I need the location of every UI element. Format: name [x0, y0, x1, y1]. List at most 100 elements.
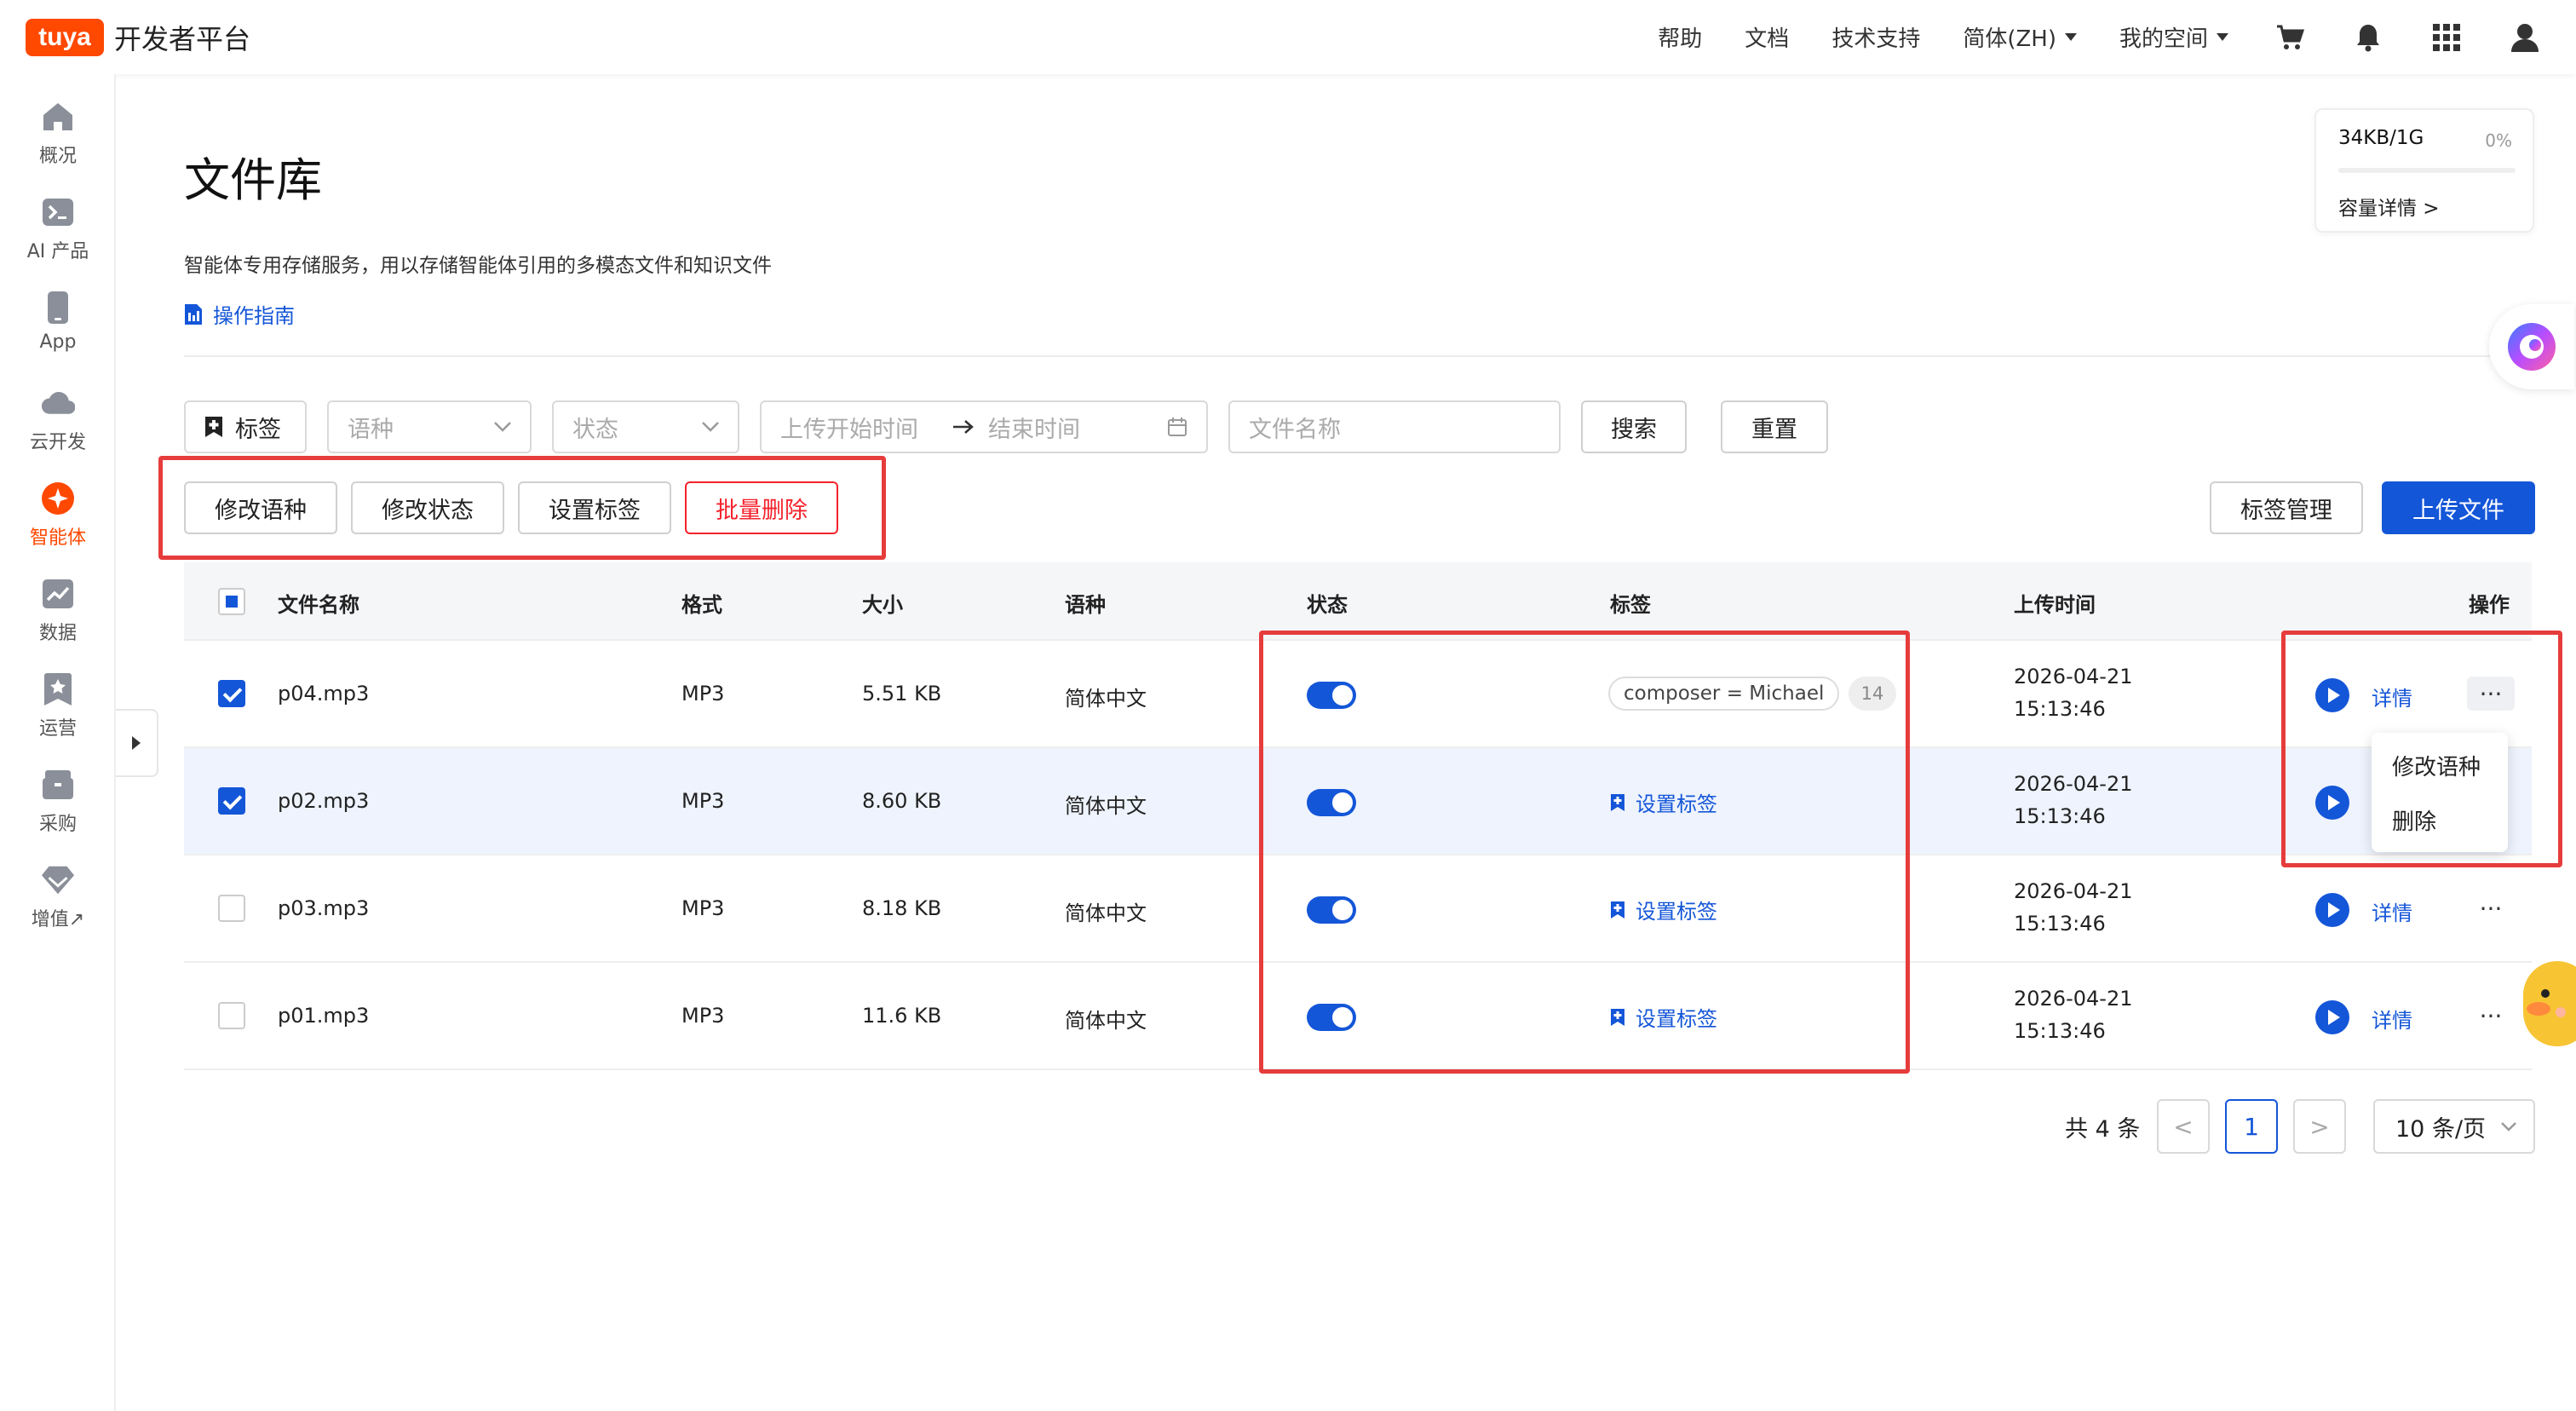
- file-size: 11.6 KB: [862, 1004, 942, 1028]
- file-format: MP3: [681, 896, 725, 920]
- file-name: p02.mp3: [278, 789, 370, 813]
- sidebar-item-value-added[interactable]: 增值↗: [0, 863, 116, 931]
- sidebar-item-label: AI 产品: [26, 241, 89, 262]
- guide-link[interactable]: 操作指南: [184, 299, 295, 329]
- bell-icon[interactable]: [2351, 20, 2385, 55]
- sidebar-item-overview[interactable]: 概况: [0, 100, 116, 168]
- file-name: p03.mp3: [278, 896, 370, 920]
- tag-filter-button[interactable]: 标签: [184, 400, 307, 453]
- next-page-button[interactable]: >: [2293, 1099, 2346, 1154]
- sidebar-item-agent[interactable]: 智能体: [0, 481, 116, 550]
- sidebar-item-purchase[interactable]: 采购: [0, 768, 116, 836]
- document-icon: [184, 303, 203, 325]
- upload-time: 15:13:46: [2014, 1019, 2106, 1043]
- sidebar-item-label: 智能体: [29, 527, 86, 549]
- start-time-input[interactable]: 上传开始时间: [780, 411, 918, 444]
- cart-icon[interactable]: [2273, 20, 2307, 55]
- file-name: p01.mp3: [278, 1004, 370, 1028]
- end-time-input[interactable]: 结束时间: [988, 411, 1080, 444]
- column-header: 文件名称: [278, 593, 359, 617]
- prev-page-button[interactable]: <: [2157, 1099, 2210, 1154]
- star-bookmark-icon: [41, 672, 75, 706]
- mascot-helper-icon[interactable]: [2523, 961, 2576, 1046]
- sidebar-item-app[interactable]: App: [0, 291, 116, 353]
- chevron-down-icon: [2064, 33, 2077, 41]
- workspace-selector[interactable]: 我的空间: [2119, 21, 2228, 53]
- upload-date: 2026-04-21: [2014, 665, 2133, 688]
- row-checkbox[interactable]: [218, 895, 245, 922]
- storage-details-link[interactable]: 容量详情 >: [2338, 192, 2440, 221]
- top-bar: tuya 开发者平台 帮助 文档 技术支持 简体(ZH) 我的空间: [0, 0, 2576, 74]
- header-divider: [184, 355, 2532, 357]
- status-select-placeholder: 状态: [572, 416, 618, 443]
- language-selector[interactable]: 简体(ZH): [1963, 21, 2077, 53]
- column-header: 标签: [1610, 593, 1651, 617]
- cloud-icon: [41, 386, 75, 420]
- chevron-right-icon: [132, 736, 141, 750]
- top-nav: 帮助 文档 技术支持 简体(ZH) 我的空间: [1615, 0, 2542, 74]
- page-size-select[interactable]: 10 条/页: [2373, 1099, 2535, 1154]
- filename-search-input[interactable]: 文件名称: [1228, 400, 1561, 453]
- file-size: 8.18 KB: [862, 896, 942, 920]
- status-select[interactable]: 状态: [552, 400, 739, 453]
- box-icon: [41, 768, 75, 802]
- row-checkbox[interactable]: [218, 680, 245, 707]
- upload-date: 2026-04-21: [2014, 987, 2133, 1011]
- select-all-checkbox[interactable]: [218, 588, 245, 615]
- file-format: MP3: [681, 789, 725, 813]
- chart-icon: [41, 577, 75, 611]
- more-actions-button[interactable]: ···: [2467, 999, 2515, 1033]
- file-language: 简体中文: [1065, 794, 1147, 818]
- calendar-icon: [1167, 417, 1187, 437]
- sidebar-item-label: 概况: [38, 146, 77, 167]
- apps-grid-icon[interactable]: [2429, 20, 2464, 55]
- row-checkbox[interactable]: [218, 787, 245, 815]
- chevron-down-icon: [2501, 1121, 2516, 1132]
- search-button[interactable]: 搜索: [1581, 400, 1687, 453]
- page-number[interactable]: 1: [2225, 1099, 2278, 1154]
- file-format: MP3: [681, 682, 725, 706]
- page-description: 智能体专用存储服务，用以存储智能体引用的多模态文件和知识文件: [184, 255, 772, 277]
- sidebar-item-label: 云开发: [29, 432, 86, 453]
- date-range-picker[interactable]: 上传开始时间 结束时间: [760, 400, 1208, 453]
- sidebar-item-operations[interactable]: 运营: [0, 672, 116, 740]
- upload-file-button[interactable]: 上传文件: [2382, 481, 2535, 534]
- page-size-label: 10 条/页: [2395, 1115, 2487, 1143]
- duck-mascot-icon: [2527, 989, 2566, 1017]
- nav-support[interactable]: 技术支持: [1831, 21, 1920, 53]
- sidebar-item-label: 数据: [38, 623, 77, 644]
- phone-icon: [41, 291, 75, 325]
- platform-name: 开发者平台: [114, 23, 251, 55]
- nav-docs[interactable]: 文档: [1745, 21, 1789, 53]
- sidebar-item-data[interactable]: 数据: [0, 577, 116, 645]
- sidebar-item-label: 运营: [38, 718, 77, 740]
- tag-management-button[interactable]: 标签管理: [2210, 481, 2363, 534]
- user-icon[interactable]: [2508, 20, 2542, 55]
- column-header: 大小: [862, 593, 903, 617]
- storage-progress-bar: [2338, 168, 2516, 173]
- ai-assistant-button[interactable]: [2489, 304, 2574, 389]
- file-language: 简体中文: [1065, 1009, 1147, 1033]
- tag-icon: [204, 416, 223, 438]
- upload-time: 15:13:46: [2014, 912, 2106, 936]
- detail-link[interactable]: 详情: [2372, 1004, 2412, 1034]
- arrow-right-icon: [952, 419, 975, 435]
- detail-link[interactable]: 详情: [2372, 896, 2412, 926]
- logo[interactable]: tuya 开发者平台: [26, 18, 250, 57]
- storage-usage-card: 34KB/1G 0% 容量详情 >: [2314, 108, 2534, 233]
- play-icon[interactable]: [2315, 893, 2349, 927]
- more-actions-button[interactable]: ···: [2467, 891, 2515, 925]
- language-select[interactable]: 语种: [327, 400, 532, 453]
- nav-help[interactable]: 帮助: [1658, 21, 1702, 53]
- sidebar-item-cloud-dev[interactable]: 云开发: [0, 386, 116, 454]
- sidebar-collapse-button[interactable]: [116, 709, 158, 777]
- tag-filter-label: 标签: [235, 416, 281, 443]
- play-icon[interactable]: [2315, 1000, 2349, 1034]
- row-checkbox[interactable]: [218, 1002, 245, 1029]
- sidebar-item-label: 采购: [38, 814, 77, 835]
- column-header: 操作: [2469, 593, 2510, 617]
- sidebar-item-ai-product[interactable]: AI 产品: [0, 195, 116, 263]
- file-format: MP3: [681, 1004, 725, 1028]
- reset-button[interactable]: 重置: [1721, 400, 1828, 453]
- ai-assistant-icon: [2508, 323, 2556, 371]
